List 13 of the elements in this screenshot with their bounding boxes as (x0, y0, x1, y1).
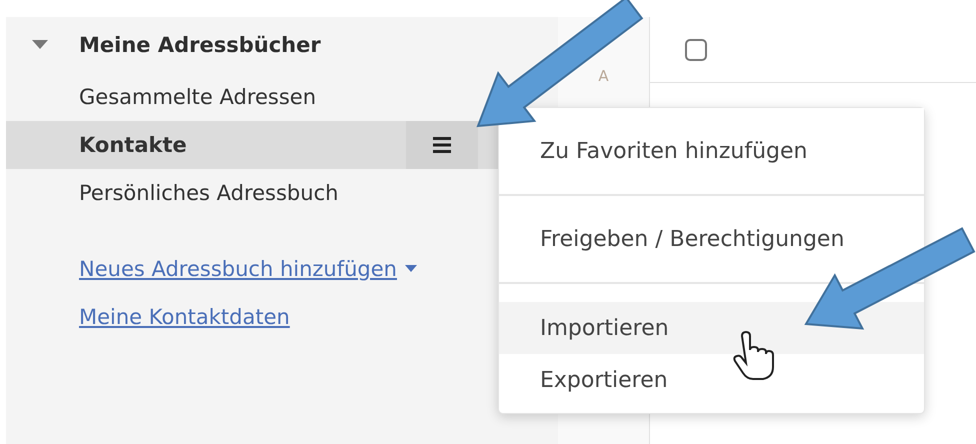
group-heading: Meine Adressbücher (79, 33, 321, 57)
menu-icon (433, 137, 451, 153)
select-all-checkbox[interactable] (685, 38, 707, 60)
menu-item[interactable]: Freigeben / Berechtigungen (499, 196, 924, 284)
caret-icon[interactable] (405, 265, 417, 273)
hand-cursor-icon (733, 331, 774, 380)
sidebar-link[interactable]: Meine Kontaktdaten (79, 305, 290, 329)
menu-button[interactable] (406, 121, 478, 169)
menu-item[interactable]: Importieren (499, 302, 924, 354)
collapse-triangle-icon[interactable] (32, 40, 48, 50)
sidebar-link[interactable]: Neues Adressbuch hinzufügen (79, 257, 397, 281)
menu-item[interactable]: Zu Favoriten hinzufügen (499, 108, 924, 196)
menu-item[interactable]: Exportieren (499, 354, 924, 406)
